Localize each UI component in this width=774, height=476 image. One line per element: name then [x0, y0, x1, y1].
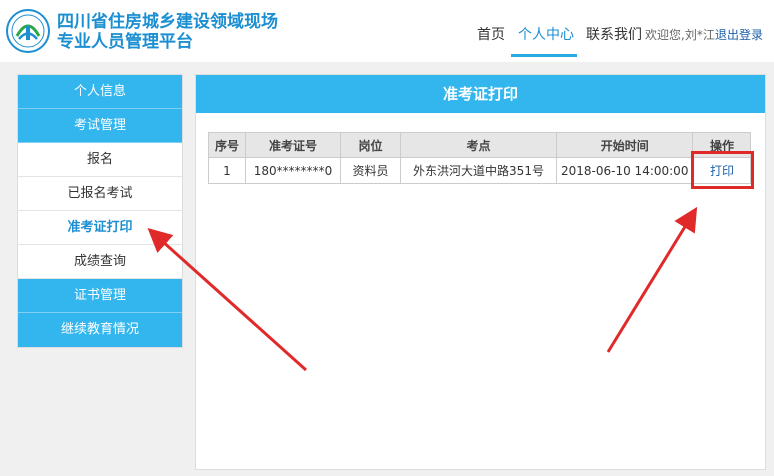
sidebar-item-certificate-management[interactable]: 证书管理	[18, 279, 182, 313]
cell-exam-site: 外东洪河大道中路351号	[400, 157, 557, 184]
brand-title: 四川省住房城乡建设领域现场 专业人员管理平台	[57, 12, 278, 52]
sidebar-item-score-query[interactable]: 成绩查询	[18, 245, 182, 279]
cell-post: 资料员	[340, 157, 401, 184]
logout-link[interactable]: 退出登录	[715, 26, 763, 43]
column-header: 考点	[400, 132, 557, 158]
panel-title: 准考证打印	[442, 85, 518, 103]
logo-icon	[6, 9, 50, 53]
sidebar: 个人信息 考试管理 报名 已报名考试 准考证打印 成绩查询 证书管理 继续教育情…	[17, 74, 183, 348]
nav-home[interactable]: 首页	[477, 24, 505, 44]
header: 四川省住房城乡建设领域现场 专业人员管理平台 首页 个人中心 联系我们 欢迎您,…	[0, 0, 774, 62]
annotation-highlight-box	[691, 151, 754, 189]
column-header: 准考证号	[245, 132, 341, 158]
nav-active-indicator	[511, 54, 577, 57]
sidebar-item-exam-management[interactable]: 考试管理	[18, 109, 182, 143]
welcome-text: 欢迎您,刘*江	[645, 28, 715, 42]
nav-personal-center[interactable]: 个人中心	[518, 24, 574, 44]
cell-start-time: 2018-06-10 14:00:00	[555, 157, 694, 184]
column-header: 序号	[208, 132, 246, 158]
cell-index: 1	[208, 157, 246, 184]
sidebar-item-registration[interactable]: 报名	[18, 143, 182, 177]
sidebar-item-personal-info[interactable]: 个人信息	[18, 75, 182, 109]
sidebar-item-admission-ticket-print[interactable]: 准考证打印	[18, 211, 182, 245]
main-panel: 准考证打印 序号 准考证号 岗位 考点 开始时间 操作 1 180*******…	[195, 74, 766, 470]
column-header: 开始时间	[555, 132, 694, 158]
sidebar-item-continuing-education[interactable]: 继续教育情况	[18, 313, 182, 347]
admission-ticket-table: 序号 准考证号 岗位 考点 开始时间 操作 1 180********0 资料员…	[208, 132, 752, 184]
sidebar-item-registered-exams[interactable]: 已报名考试	[18, 177, 182, 211]
nav-contact[interactable]: 联系我们	[586, 24, 642, 44]
table-header-row: 序号 准考证号 岗位 考点 开始时间 操作	[208, 132, 752, 158]
brand-line-2: 专业人员管理平台	[57, 32, 193, 52]
brand-line-1: 四川省住房城乡建设领域现场	[57, 12, 278, 32]
scalloped-edge	[196, 111, 765, 119]
panel-header: 准考证打印	[196, 75, 765, 119]
cell-ticket-number: 180********0	[245, 157, 341, 184]
column-header: 岗位	[340, 132, 401, 158]
table-row: 1 180********0 资料员 外东洪河大道中路351号 2018-06-…	[208, 157, 752, 184]
